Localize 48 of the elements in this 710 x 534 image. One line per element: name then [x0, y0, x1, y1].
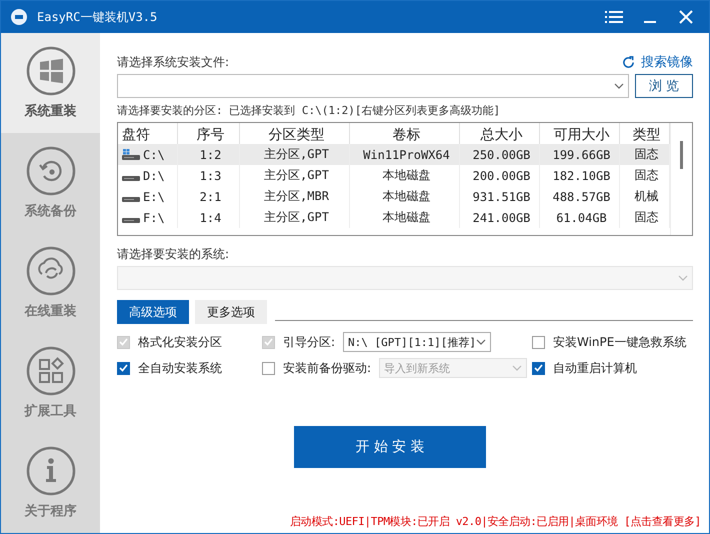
refresh-icon — [622, 56, 635, 68]
caret-icon — [476, 339, 486, 345]
start-install-button[interactable]: 开 始 安 装 — [294, 426, 486, 468]
field-label: 请选择系统安装文件: — [117, 54, 230, 70]
option-label: 安装前备份驱动: — [283, 360, 372, 376]
scrollbar-thumb[interactable] — [680, 141, 683, 169]
file-select[interactable] — [117, 74, 629, 98]
table-cell: 主分区,GPT — [240, 144, 350, 165]
checkbox[interactable] — [117, 362, 130, 374]
table-cell: 1:2 — [178, 144, 240, 165]
apps-grid-icon — [26, 346, 76, 396]
minimize-icon — [644, 21, 656, 23]
field-label: 请选择要安装的分区: 已选择安装到 C:\(1:2)[右键分区列表更多高级功能] — [117, 103, 502, 118]
search-image-link[interactable]: 搜索镜像 — [622, 53, 693, 71]
close-icon — [679, 10, 693, 24]
app-logo-icon — [11, 9, 27, 25]
table-cell: 固态 — [620, 144, 670, 165]
sidebar-item[interactable]: 关于程序 — [1, 433, 100, 533]
table-cell: 250.00GB — [460, 144, 540, 165]
sidebar-item[interactable]: 在线重装 — [1, 233, 100, 333]
sidebar-item[interactable]: 系统重装 — [1, 33, 100, 133]
checkbox[interactable] — [532, 362, 545, 374]
sidebar-item[interactable]: 扩展工具 — [1, 333, 100, 433]
windows-logo-icon — [26, 46, 76, 96]
table-cell: 199.66GB — [540, 144, 620, 165]
caret-icon — [678, 275, 688, 281]
field-label: 请选择要安装的系统: — [117, 246, 230, 263]
option-label: 安装WinPE一键急救系统 — [553, 334, 686, 350]
menu-icon — [605, 10, 623, 24]
status-text[interactable]: 启动模式:UEFI|TPM模块:已开启 v2.0|安全启动:已启用|桌面环境 [点击查看更多] — [290, 514, 701, 529]
table-cell: C:\ — [118, 144, 178, 165]
info-icon — [26, 446, 76, 496]
checkbox[interactable] — [262, 362, 275, 374]
caret-icon — [512, 365, 522, 371]
table-cell: Win11ProWX64 — [350, 144, 460, 165]
restore-icon — [26, 146, 76, 196]
option-label: 格式化安装分区 — [138, 334, 222, 350]
option-label: 引导分区: — [283, 334, 336, 350]
window-title: EasyRC一键装机V3.5 — [37, 8, 158, 26]
options-tab[interactable]: 高级选项 — [117, 300, 189, 324]
caret-icon — [614, 83, 624, 89]
option-label: 自动重启计算机 — [553, 360, 637, 376]
browse-button[interactable]: 浏 览 — [635, 74, 693, 98]
checkbox[interactable] — [532, 336, 545, 348]
option-label: 全自动安装系统 — [138, 360, 222, 376]
options-tab[interactable]: 更多选项 — [195, 300, 267, 324]
cloud-sync-icon — [26, 246, 76, 296]
sidebar-item[interactable]: 系统备份 — [1, 133, 100, 233]
